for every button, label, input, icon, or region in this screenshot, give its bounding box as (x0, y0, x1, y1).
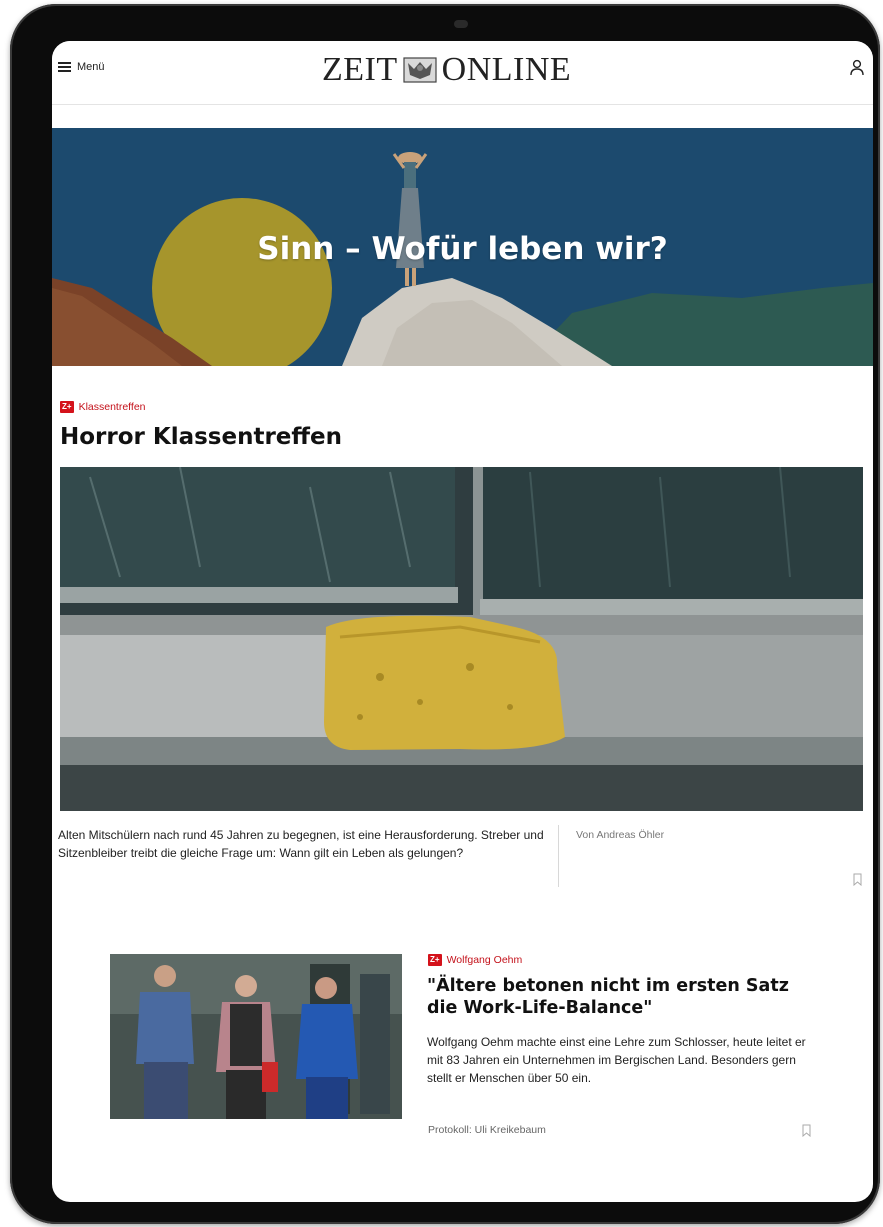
second-article-author: Protokoll: Uli Kreikebaum (428, 1124, 546, 1136)
zplus-badge: Z+ (60, 401, 74, 413)
main-article-kicker-text: Klassentreffen (78, 401, 146, 413)
bookmark-icon[interactable] (853, 873, 862, 886)
second-article-title[interactable]: "Ältere betonen nicht im ersten Satz die… (427, 975, 807, 1019)
chalkboard-sponge-photo (60, 467, 863, 811)
logo-text-online: ONLINE (441, 51, 572, 88)
zplus-badge: Z+ (428, 954, 442, 966)
tablet-frame: Menü ZEIT ONLINE Sinn – Wofür leben wir?… (10, 4, 880, 1224)
second-article-teaser[interactable]: Wolfgang Oehm machte einst eine Lehre zu… (427, 1033, 807, 1087)
menu-button[interactable]: Menü (58, 61, 105, 73)
article-meta-divider (558, 825, 559, 887)
hamburger-icon (58, 62, 71, 72)
main-article-teaser[interactable]: Alten Mitschülern nach rund 45 Jahren zu… (58, 826, 550, 862)
main-article-title[interactable]: Horror Klassentreffen (60, 424, 342, 450)
second-article-kicker-text: Wolfgang Oehm (446, 954, 523, 966)
bookmark-icon[interactable] (802, 1124, 811, 1137)
three-men-photo (110, 954, 402, 1119)
eagle-emblem-icon (403, 57, 437, 83)
main-article-kicker[interactable]: Z+ Klassentreffen (60, 401, 146, 413)
screen: Menü ZEIT ONLINE Sinn – Wofür leben wir?… (52, 41, 873, 1202)
site-logo[interactable]: ZEIT ONLINE (322, 51, 571, 89)
second-article-image[interactable] (110, 954, 402, 1119)
tablet-camera (454, 20, 468, 28)
sinn-banner[interactable]: Sinn – Wofür leben wir? (52, 128, 873, 366)
banner-title: Sinn – Wofür leben wir? (257, 231, 668, 267)
menu-label: Menü (77, 61, 105, 73)
user-icon[interactable] (849, 59, 865, 77)
second-article-kicker[interactable]: Z+ Wolfgang Oehm (428, 954, 522, 966)
main-article-image[interactable] (60, 467, 863, 811)
site-header: Menü ZEIT ONLINE (52, 41, 873, 105)
logo-text-zeit: ZEIT (322, 51, 398, 88)
main-article-author: Von Andreas Öhler (576, 829, 665, 841)
